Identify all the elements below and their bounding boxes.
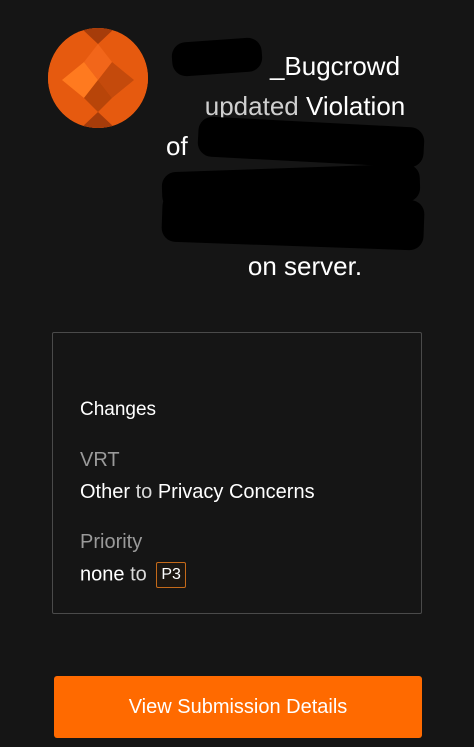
username: _Bugcrowd [269,51,401,81]
notification-email: _Bugcrowd updated Violation of on server… [0,0,474,747]
vrt-label: VRT [80,449,120,471]
priority-label: Priority [80,531,143,553]
vrt-from: Other [80,481,131,503]
headline-line-6: on server. [160,246,450,286]
preposition: of [166,131,188,161]
priority-badge: P3 [156,562,186,588]
redaction-mark [161,191,425,251]
view-submission-details-button[interactable]: View Submission Details [54,676,422,738]
priority-connector: to [130,563,147,586]
changes-card: Changes VRT Other to Privacy Concerns Pr… [52,332,422,614]
bugcrowd-logo-icon [48,28,148,128]
priority-change: none to P3 [80,562,186,588]
redaction-mark [170,36,264,78]
vrt-connector: to [135,481,153,503]
priority-from: none [80,563,125,586]
changes-title: Changes [80,399,157,420]
object-type: Violation [305,91,406,121]
headline-ending: on server. [247,251,363,281]
vrt-change: Other to Privacy Concerns [80,481,315,504]
vrt-to: Privacy Concerns [157,481,315,503]
